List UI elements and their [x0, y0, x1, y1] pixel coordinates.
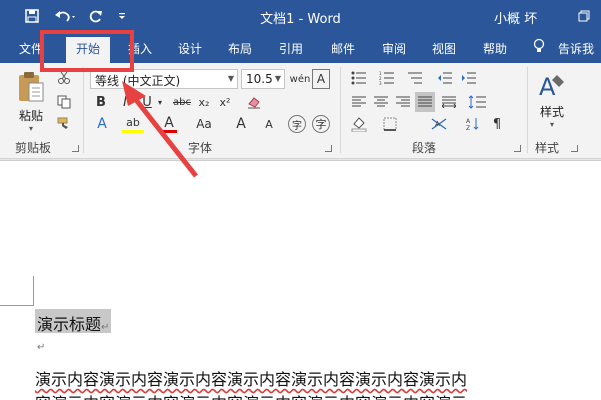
annotation-arrow — [122, 81, 198, 178]
